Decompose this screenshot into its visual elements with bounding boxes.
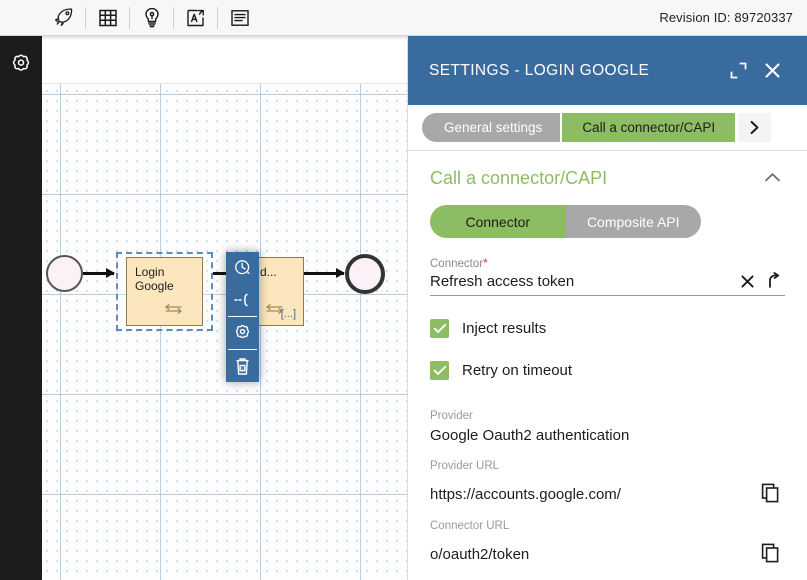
tab-label: General settings [444,120,543,135]
panel-header: SETTINGS - LOGIN GOOGLE [408,36,807,105]
close-icon [741,275,754,288]
section-title: Call a connector/CAPI [430,168,608,188]
provider-field: Provider Google Oauth2 authentication [430,410,785,444]
application-window: Revision ID: 89720337 Login Google d... … [0,0,807,580]
ctx-clock-button[interactable] [226,252,259,284]
connector-field-row[interactable]: Refresh access token [430,272,785,296]
connector-field-label: Connector* [430,256,785,270]
ctx-settings-button[interactable] [226,317,259,349]
process-canvas[interactable]: Login Google d... [...] [42,36,408,580]
rail-item-settings[interactable] [0,36,42,94]
pdf-export-button[interactable] [174,0,217,36]
inject-results-label: Inject results [462,320,547,337]
provider-value: Google Oauth2 authentication [430,427,630,444]
sequence-flow-3 [304,268,345,278]
task-node-ellipsis[interactable]: [...] [281,308,296,320]
clock-icon [234,260,250,275]
settings-panel: SETTINGS - LOGIN GOOGLE General settings… [407,36,807,580]
connector-field: Connector* Refresh access token [430,256,785,296]
segment-label: Composite API [586,213,680,230]
label-text: Connector [430,258,484,270]
panel-tabs: General settings Call a connector/CAPI [408,105,807,151]
lightbulb-button[interactable] [130,0,173,36]
connector-url-value: o/oauth2/token [430,545,530,563]
connector-field-value[interactable]: Refresh access token [430,273,729,290]
loop-icon [163,302,185,319]
retry-on-timeout-row: Retry on timeout [430,361,785,380]
rocket-icon [54,7,72,26]
provider-label: Provider [430,410,473,422]
tabs-next-button[interactable] [738,113,772,142]
document-list-icon [230,9,249,26]
connector-mode-segmented-control: Connector Composite API [430,205,701,238]
ctx-delete-button[interactable] [226,350,259,382]
panel-body: Call a connector/CAPI Connector Composit… [408,151,807,580]
canvas-top-strip [42,36,408,84]
chevron-up-icon [765,172,780,181]
provider-url-copy-button[interactable] [760,482,785,504]
node-context-toolbar [226,252,259,382]
inject-results-checkbox[interactable] [430,319,449,338]
inject-results-row: Inject results [430,319,785,338]
segment-label: Connector [465,213,531,230]
document-list-button[interactable] [218,0,261,36]
connector-url-field: Connector URL o/oauth2/token [430,520,785,564]
chevron-right-icon [750,121,759,134]
section-collapse-button[interactable] [760,170,785,188]
boundary-event-icon [233,293,248,307]
connector-url-row: o/oauth2/token [430,532,785,564]
tab-general-settings[interactable]: General settings [422,113,561,142]
retry-on-timeout-label: Retry on timeout [462,362,573,379]
close-icon [764,63,780,78]
connector-clear-button[interactable] [739,273,756,290]
retry-on-timeout-checkbox[interactable] [430,361,449,380]
start-event[interactable] [46,255,83,292]
grid-table-icon [98,9,117,26]
task-node-login-google[interactable]: Login Google [126,257,203,326]
rocket-button[interactable] [42,0,85,36]
panel-title: SETTINGS - LOGIN GOOGLE [429,61,650,79]
lightbulb-icon [144,7,159,27]
end-event[interactable] [345,254,385,294]
segment-connector[interactable]: Connector [430,205,566,238]
section-header: Call a connector/CAPI [430,168,785,189]
tab-label: Call a connector/CAPI [582,120,716,135]
pdf-export-icon [186,9,204,26]
toolbar-button-group [42,0,261,36]
segment-composite-api[interactable]: Composite API [565,205,701,238]
redo-arrow-icon [769,272,780,288]
provider-url-field: Provider URL https://accounts.google.com… [430,460,785,504]
top-toolbar: Revision ID: 89720337 [0,0,807,36]
connector-url-label: Connector URL [430,520,510,532]
expand-button[interactable] [721,54,755,88]
close-button[interactable] [755,54,789,88]
required-marker: * [483,256,488,270]
provider-url-row: https://accounts.google.com/ [430,472,785,504]
expand-icon [730,62,746,79]
copy-icon [761,543,779,563]
connector-open-button[interactable] [766,272,785,290]
connector-url-copy-button[interactable] [760,542,785,564]
sequence-flow-1 [83,268,115,278]
task-node-label-2: d... [260,265,277,279]
gear-icon [12,54,30,71]
check-icon [433,365,446,375]
tab-call-a-connector[interactable]: Call a connector/CAPI [562,113,736,142]
task-node-label: Login Google [135,265,174,293]
left-rail [0,36,42,580]
gear-icon [235,324,250,338]
provider-url-value: https://accounts.google.com/ [430,485,621,503]
provider-url-label: Provider URL [430,460,500,472]
grid-table-button[interactable] [86,0,129,36]
ctx-boundary-event-button[interactable] [226,284,259,316]
copy-icon [761,483,779,503]
check-icon [433,323,446,333]
revision-id-label: Revision ID: 89720337 [659,10,793,25]
trash-icon [236,357,249,375]
